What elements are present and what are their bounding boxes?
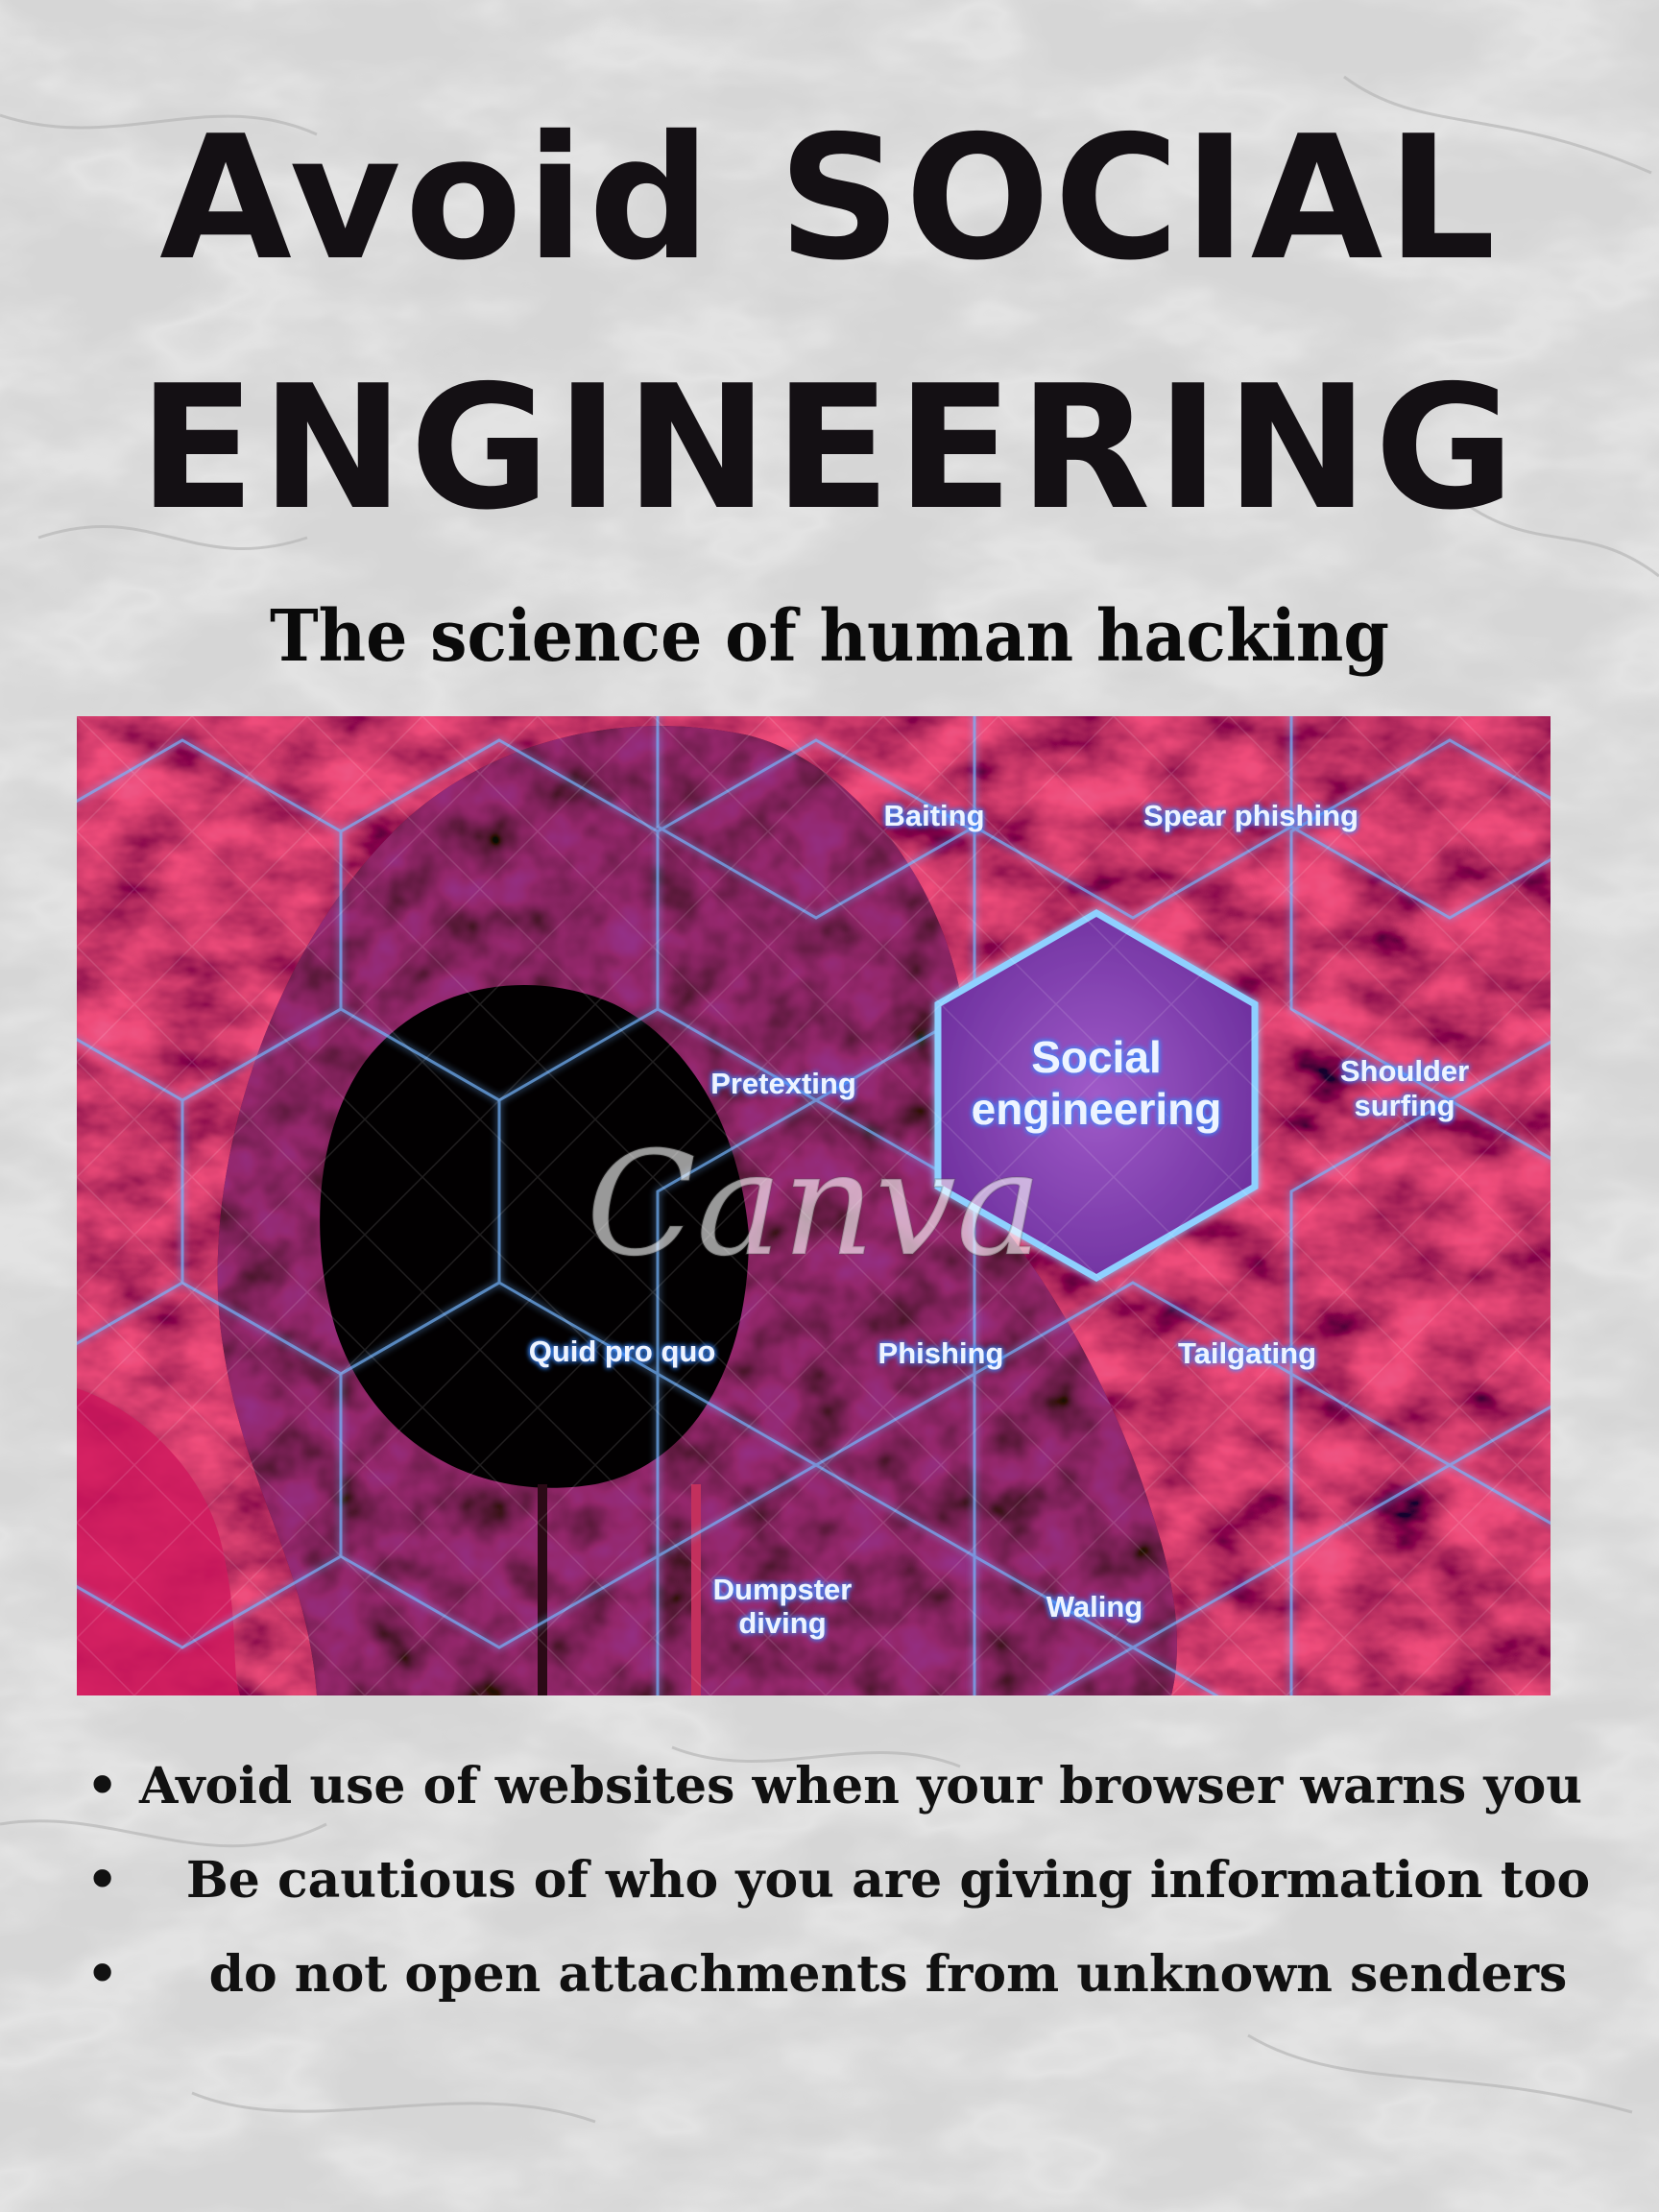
label-quid-pro-quo: Quid pro quo: [529, 1334, 716, 1368]
hacker-hexagon-image: Social engineering Baiting Spear phishin…: [77, 716, 1551, 1695]
title-line-1: Avoid SOCIAL: [159, 99, 1500, 298]
label-social: Social: [1031, 1032, 1162, 1082]
label-surfing: surfing: [1354, 1089, 1455, 1122]
bullet-icon: •: [86, 1945, 119, 2004]
tip-item: • Avoid use of websites when your browse…: [86, 1762, 1632, 1856]
title-line-2: ENGINEERING: [138, 349, 1521, 547]
canva-watermark: Canva: [587, 1121, 1043, 1288]
label-shoulder: Shoulder: [1340, 1054, 1469, 1088]
tip-text: Be cautious of who you are giving inform…: [185, 1851, 1591, 1910]
bullet-icon: •: [86, 1757, 119, 1815]
tip-item: • do not open attachments from unknown s…: [86, 1950, 1632, 2044]
label-waling: Waling: [1046, 1590, 1142, 1623]
label-tailgating: Tailgating: [1178, 1336, 1316, 1370]
subtitle: The science of human hacking: [269, 595, 1390, 678]
label-pretexting: Pretexting: [710, 1067, 856, 1100]
label-spear-phishing: Spear phishing: [1143, 799, 1358, 832]
label-phishing: Phishing: [878, 1336, 1004, 1370]
tip-text: do not open attachments from unknown sen…: [208, 1945, 1568, 2004]
bullet-icon: •: [86, 1851, 119, 1910]
label-diving: diving: [738, 1606, 826, 1640]
tip-item: • Be cautious of who you are giving info…: [86, 1856, 1632, 1950]
label-dumpster: Dumpster: [713, 1573, 853, 1606]
label-baiting: Baiting: [883, 799, 984, 832]
hacker-illustration: Social engineering Baiting Spear phishin…: [77, 716, 1551, 1695]
tip-text: Avoid use of websites when your browser …: [139, 1757, 1583, 1815]
tips-list: • Avoid use of websites when your browse…: [86, 1762, 1632, 2044]
